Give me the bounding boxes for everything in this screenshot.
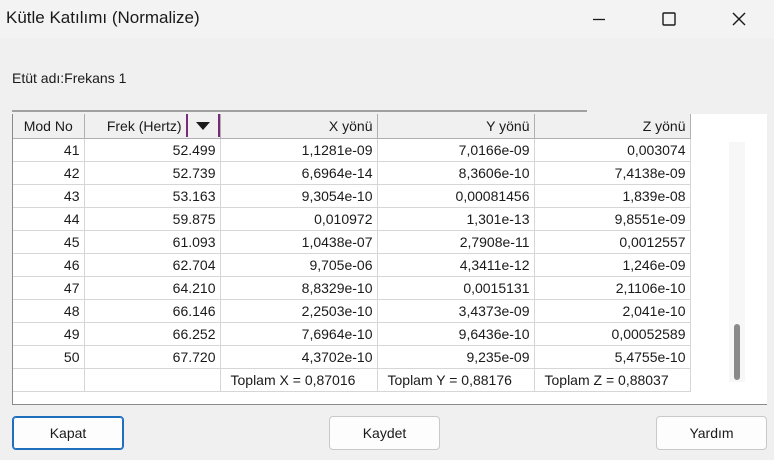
table-row[interactable]: 49 66.252 7,6964e-10 9,6436e-10 0,00052589	[13, 322, 691, 346]
sort-down-icon	[195, 121, 210, 130]
cell-mode: 48	[13, 299, 85, 323]
cell-z: 5,4755e-10	[534, 345, 691, 369]
cell-z: 0,00052589	[534, 322, 691, 346]
cell-z: 1,246e-09	[534, 253, 691, 277]
cell-y: 2,7908e-11	[377, 230, 535, 254]
cell-frequency: 66.146	[84, 299, 221, 323]
minimize-icon	[593, 18, 605, 21]
cell-x: 7,6964e-10	[220, 322, 378, 346]
column-header-mode[interactable]: Mod No	[13, 114, 85, 139]
cell-z: 0,003074	[534, 138, 691, 162]
table-row[interactable]: 48 66.146 2,2503e-10 3,4373e-09 2,041e-10	[13, 299, 691, 323]
mass-participation-grid[interactable]: Mod No Frek (Hertz) X yönü Y yönü Z yönü…	[12, 114, 767, 405]
cell-y: 4,3411e-12	[377, 253, 535, 277]
study-name-label: Etüt adı:Frekans 1	[12, 70, 127, 86]
cell-mode: 45	[13, 230, 85, 254]
close-icon	[732, 12, 746, 26]
cell-z: 9,8551e-09	[534, 207, 691, 231]
cell-x: 0,010972	[220, 207, 378, 231]
table-row[interactable]: 45 61.093 1,0438e-07 2,7908e-11 0,0012557	[13, 230, 691, 254]
cell-y: 9,235e-09	[377, 345, 535, 369]
totals-row: Toplam X = 0,87016 Toplam Y = 0,88176 To…	[13, 368, 691, 392]
table-row[interactable]: 41 52.499 1,1281e-09 7,0166e-09 0,003074	[13, 138, 691, 162]
cell-y: 9,6436e-10	[377, 322, 535, 346]
cell-mode: 41	[13, 138, 85, 162]
cell-x: 1,0438e-07	[220, 230, 378, 254]
table-row[interactable]: 43 53.163 9,3054e-10 0,00081456 1,839e-08	[13, 184, 691, 208]
cell-x: 9,3054e-10	[220, 184, 378, 208]
cell-frequency: 61.093	[84, 230, 221, 254]
close-window-button[interactable]	[704, 0, 774, 38]
cell-y: 8,3606e-10	[377, 161, 535, 185]
column-header-y[interactable]: Y yönü	[377, 114, 535, 139]
cell-x: 6,6964e-14	[220, 161, 378, 185]
cell-frequency: 62.704	[84, 253, 221, 277]
help-button[interactable]: Yardım	[656, 416, 767, 450]
cell-y: 7,0166e-09	[377, 138, 535, 162]
column-header-frequency[interactable]: Frek (Hertz)	[84, 114, 221, 139]
cell-mode: 46	[13, 253, 85, 277]
total-z: Toplam Z = 0,88037	[534, 368, 691, 392]
column-header-x[interactable]: X yönü	[220, 114, 378, 139]
total-x: Toplam X = 0,87016	[220, 368, 378, 392]
totals-empty-cell	[84, 368, 221, 392]
cell-z: 1,839e-08	[534, 184, 691, 208]
vertical-scrollbar[interactable]	[729, 142, 745, 382]
cell-x: 9,705e-06	[220, 253, 378, 277]
table-header-row: Mod No Frek (Hertz) X yönü Y yönü Z yönü	[13, 114, 691, 139]
close-button[interactable]: Kapat	[12, 416, 124, 450]
table-row[interactable]: 42 52.739 6,6964e-14 8,3606e-10 7,4138e-09	[13, 161, 691, 185]
cell-z: 2,041e-10	[534, 299, 691, 323]
cell-y: 3,4373e-09	[377, 299, 535, 323]
cell-y: 1,301e-13	[377, 207, 535, 231]
cell-x: 1,1281e-09	[220, 138, 378, 162]
table-row[interactable]: 50 67.720 4,3702e-10 9,235e-09 5,4755e-10	[13, 345, 691, 369]
minimize-button[interactable]	[564, 0, 634, 38]
table-row[interactable]: 47 64.210 8,8329e-10 0,0015131 2,1106e-10	[13, 276, 691, 300]
maximize-icon	[662, 12, 676, 26]
save-button[interactable]: Kaydet	[329, 416, 440, 450]
cell-frequency: 59.875	[84, 207, 221, 231]
total-y: Toplam Y = 0,88176	[377, 368, 535, 392]
cell-frequency: 66.252	[84, 322, 221, 346]
cell-z: 2,1106e-10	[534, 276, 691, 300]
column-header-z[interactable]: Z yönü	[534, 114, 691, 139]
scrollbar-thumb[interactable]	[734, 324, 740, 380]
cell-z: 7,4138e-09	[534, 161, 691, 185]
window-title: Kütle Katılımı (Normalize)	[6, 8, 200, 27]
cell-x: 2,2503e-10	[220, 299, 378, 323]
maximize-button[interactable]	[634, 0, 704, 38]
cell-mode: 47	[13, 276, 85, 300]
cell-y: 0,0015131	[377, 276, 535, 300]
sort-toggle[interactable]	[185, 114, 219, 137]
cell-mode: 42	[13, 161, 85, 185]
cell-frequency: 67.720	[84, 345, 221, 369]
cell-mode: 43	[13, 184, 85, 208]
cell-x: 8,8329e-10	[220, 276, 378, 300]
results-table: Mod No Frek (Hertz) X yönü Y yönü Z yönü…	[13, 114, 691, 392]
cell-z: 0,0012557	[534, 230, 691, 254]
cell-frequency: 53.163	[84, 184, 221, 208]
separator	[12, 110, 587, 112]
cell-x: 4,3702e-10	[220, 345, 378, 369]
cell-mode: 49	[13, 322, 85, 346]
cell-frequency: 52.499	[84, 138, 221, 162]
cell-mode: 44	[13, 207, 85, 231]
table-row[interactable]: 44 59.875 0,010972 1,301e-13 9,8551e-09	[13, 207, 691, 231]
totals-empty-cell	[13, 368, 85, 392]
title-bar: Kütle Katılımı (Normalize)	[0, 0, 774, 38]
cell-frequency: 64.210	[84, 276, 221, 300]
cell-frequency: 52.739	[84, 161, 221, 185]
cell-y: 0,00081456	[377, 184, 535, 208]
table-row[interactable]: 46 62.704 9,705e-06 4,3411e-12 1,246e-09	[13, 253, 691, 277]
cell-mode: 50	[13, 345, 85, 369]
